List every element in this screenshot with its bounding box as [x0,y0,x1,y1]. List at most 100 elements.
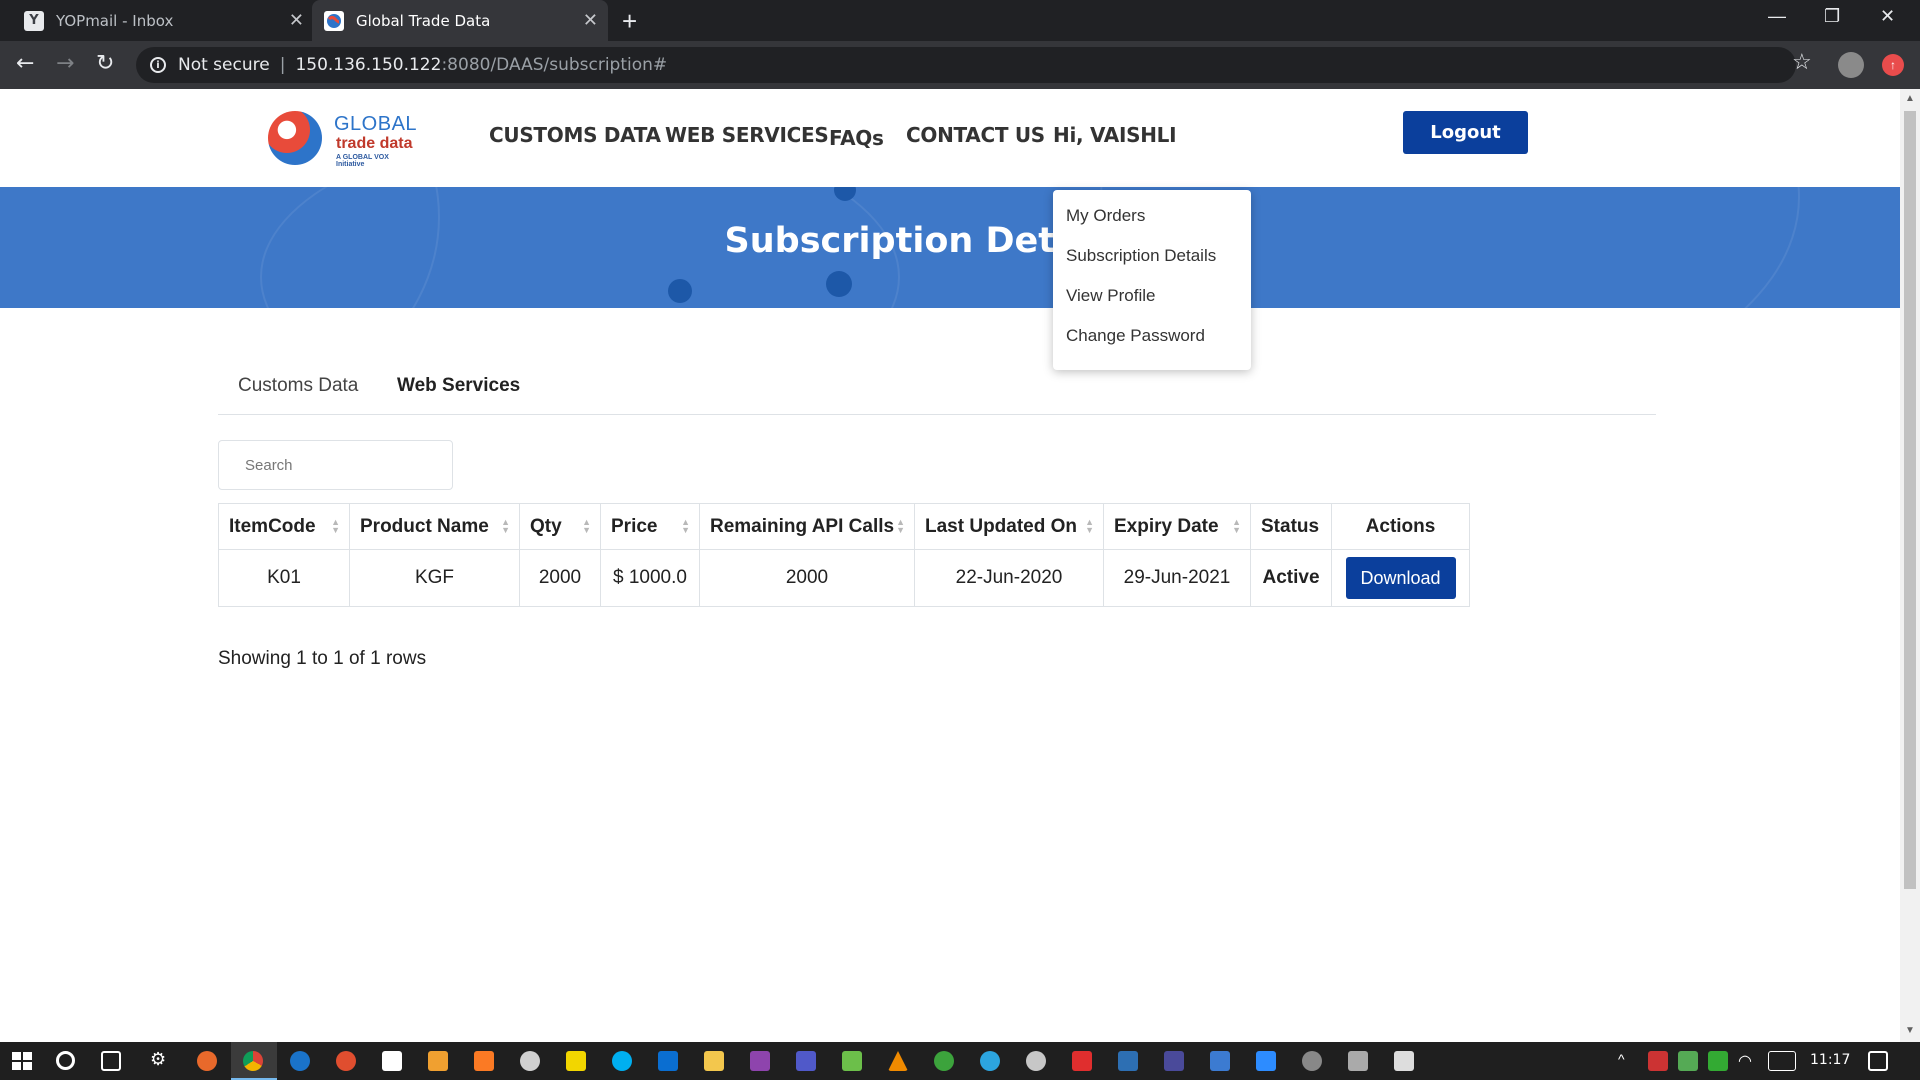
column-header-remaining-api-calls[interactable]: Remaining API Calls ▲ ▼ [699,503,915,550]
app-icon[interactable] [520,1051,540,1071]
scrollbar-thumb[interactable] [1904,111,1916,889]
close-tab-icon[interactable]: ✕ [583,10,598,31]
browser-tab-yopmail[interactable]: Y YOPmail - Inbox ✕ [12,0,314,41]
edge-icon[interactable] [290,1051,310,1071]
app-icon[interactable] [842,1051,862,1071]
column-header-product-name[interactable]: Product Name ▲ ▼ [349,503,520,550]
vlc-icon[interactable] [888,1051,908,1071]
cell-last-updated-on: 22-Jun-2020 [914,549,1104,607]
chevron-up-icon[interactable]: ^ [1618,1051,1638,1071]
logout-button[interactable]: Logout [1403,111,1528,154]
skype-icon[interactable] [612,1051,632,1071]
menu-item-subscription-details[interactable]: Subscription Details [1053,244,1251,284]
app-icon[interactable] [382,1051,402,1071]
cell-product-name: KGF [349,549,520,607]
nav-user-greeting[interactable]: Hi, VAISHLI [1053,123,1177,147]
app-icon[interactable] [336,1051,356,1071]
app-icon[interactable] [1072,1051,1092,1071]
sort-icon[interactable]: ▲ ▼ [501,518,510,535]
sort-icon[interactable]: ▲ ▼ [1232,518,1241,535]
app-icon[interactable] [750,1051,770,1071]
column-header-last-updated-on[interactable]: Last Updated On ▲ ▼ [914,503,1104,550]
app-icon[interactable] [1210,1051,1230,1071]
column-header-price[interactable]: Price ▲ ▼ [600,503,700,550]
search-icon[interactable] [56,1051,75,1070]
tab-customs-data[interactable]: Customs Data [238,375,358,397]
header-label: Expiry Date [1114,515,1219,537]
tray-icon[interactable] [1648,1051,1668,1071]
security-label: Not secure [178,55,270,75]
download-button[interactable]: Download [1345,557,1456,599]
sort-icon[interactable]: ▲ ▼ [1085,518,1094,535]
column-header-qty[interactable]: Qty ▲ ▼ [519,503,601,550]
nav-customs-data[interactable]: CUSTOMS DATA [489,123,661,147]
keyboard-icon[interactable] [1768,1051,1796,1071]
app-icon[interactable] [1394,1051,1414,1071]
sort-icon[interactable]: ▲ ▼ [896,518,905,535]
extension-icon[interactable]: ↑ [1882,54,1904,76]
column-header-expiry-date[interactable]: Expiry Date ▲ ▼ [1103,503,1251,550]
global-trade-data-logo[interactable]: GLOBAL trade data A GLOBAL VOX Initiativ… [268,109,418,168]
security-shield-icon[interactable] [1708,1051,1728,1071]
bookmark-star-icon[interactable]: ☆ [1792,49,1812,75]
banner-dot [668,279,692,303]
window-close-icon[interactable]: ✕ [1880,6,1895,27]
scroll-up-icon[interactable]: ▲ [1905,93,1915,104]
app-icon[interactable] [1348,1051,1368,1071]
forward-arrow-icon[interactable]: → [56,51,74,76]
nav-contact-us[interactable]: CONTACT US [906,123,1045,147]
telegram-icon[interactable] [980,1051,1000,1071]
menu-item-my-orders[interactable]: My Orders [1053,204,1251,244]
nav-web-services[interactable]: WEB SERVICES [665,123,829,147]
sort-icon[interactable]: ▲ ▼ [681,518,690,535]
close-tab-icon[interactable]: ✕ [289,10,304,31]
task-view-icon[interactable] [101,1051,121,1071]
firefox-icon[interactable] [197,1051,217,1071]
wifi-icon[interactable]: ◠ [1738,1051,1758,1071]
file-explorer-icon[interactable] [704,1051,724,1071]
browser-tab-global-trade-data[interactable]: Global Trade Data ✕ [312,0,608,41]
column-header-itemcode[interactable]: ItemCode ▲ ▼ [218,503,350,550]
outlook-icon[interactable] [658,1051,678,1071]
restore-icon[interactable]: ❐ [1824,6,1840,27]
url-path: :8080/DAAS/subscription# [441,55,668,75]
battery-icon[interactable] [1678,1051,1698,1071]
notification-icon[interactable] [1868,1051,1888,1071]
profile-avatar[interactable] [1838,52,1864,78]
header-label: Remaining API Calls [710,515,895,537]
cell-item-code: K01 [218,549,350,607]
search-input[interactable] [218,440,453,490]
cell-actions: Download [1331,549,1470,607]
app-icon[interactable] [934,1051,954,1071]
app-icon[interactable] [1118,1051,1138,1071]
taskbar-clock[interactable]: 11:17 [1810,1052,1850,1068]
back-arrow-icon[interactable]: ← [16,51,34,76]
reload-icon[interactable]: ↻ [96,51,114,76]
windows-taskbar: ⚙ ^ ◠ 11:17 [0,1042,1920,1080]
windows-start-icon[interactable] [12,1052,32,1070]
scroll-down-icon[interactable]: ▼ [1905,1025,1915,1036]
pagination-info: Showing 1 to 1 of 1 rows [218,648,427,669]
tab-web-services[interactable]: Web Services [397,375,520,397]
logo-text-trade-data: trade data [336,135,413,152]
new-tab-icon[interactable]: + [622,6,637,37]
nav-faqs[interactable]: FAQs [829,126,884,150]
cell-qty: 2000 [519,549,601,607]
app-icon[interactable] [1164,1051,1184,1071]
chrome-icon[interactable] [243,1051,263,1071]
app-icon[interactable] [1302,1051,1322,1071]
menu-item-view-profile[interactable]: View Profile [1053,284,1251,324]
app-icon[interactable] [1026,1051,1046,1071]
zoom-icon[interactable] [1256,1051,1276,1071]
info-icon[interactable]: i [150,57,166,73]
settings-gear-icon[interactable]: ⚙ [150,1049,170,1069]
sticky-notes-icon[interactable] [566,1051,586,1071]
sublime-icon[interactable] [428,1051,448,1071]
xampp-icon[interactable] [474,1051,494,1071]
address-bar[interactable]: i Not secure | 150.136.150.122:8080/DAAS… [136,47,1796,83]
sort-icon[interactable]: ▲ ▼ [582,518,591,535]
minimize-icon[interactable]: — [1768,6,1786,27]
page-scrollbar[interactable]: ▲ ▼ [1900,89,1920,1042]
teams-icon[interactable] [796,1051,816,1071]
sort-icon[interactable]: ▲ ▼ [331,518,340,535]
